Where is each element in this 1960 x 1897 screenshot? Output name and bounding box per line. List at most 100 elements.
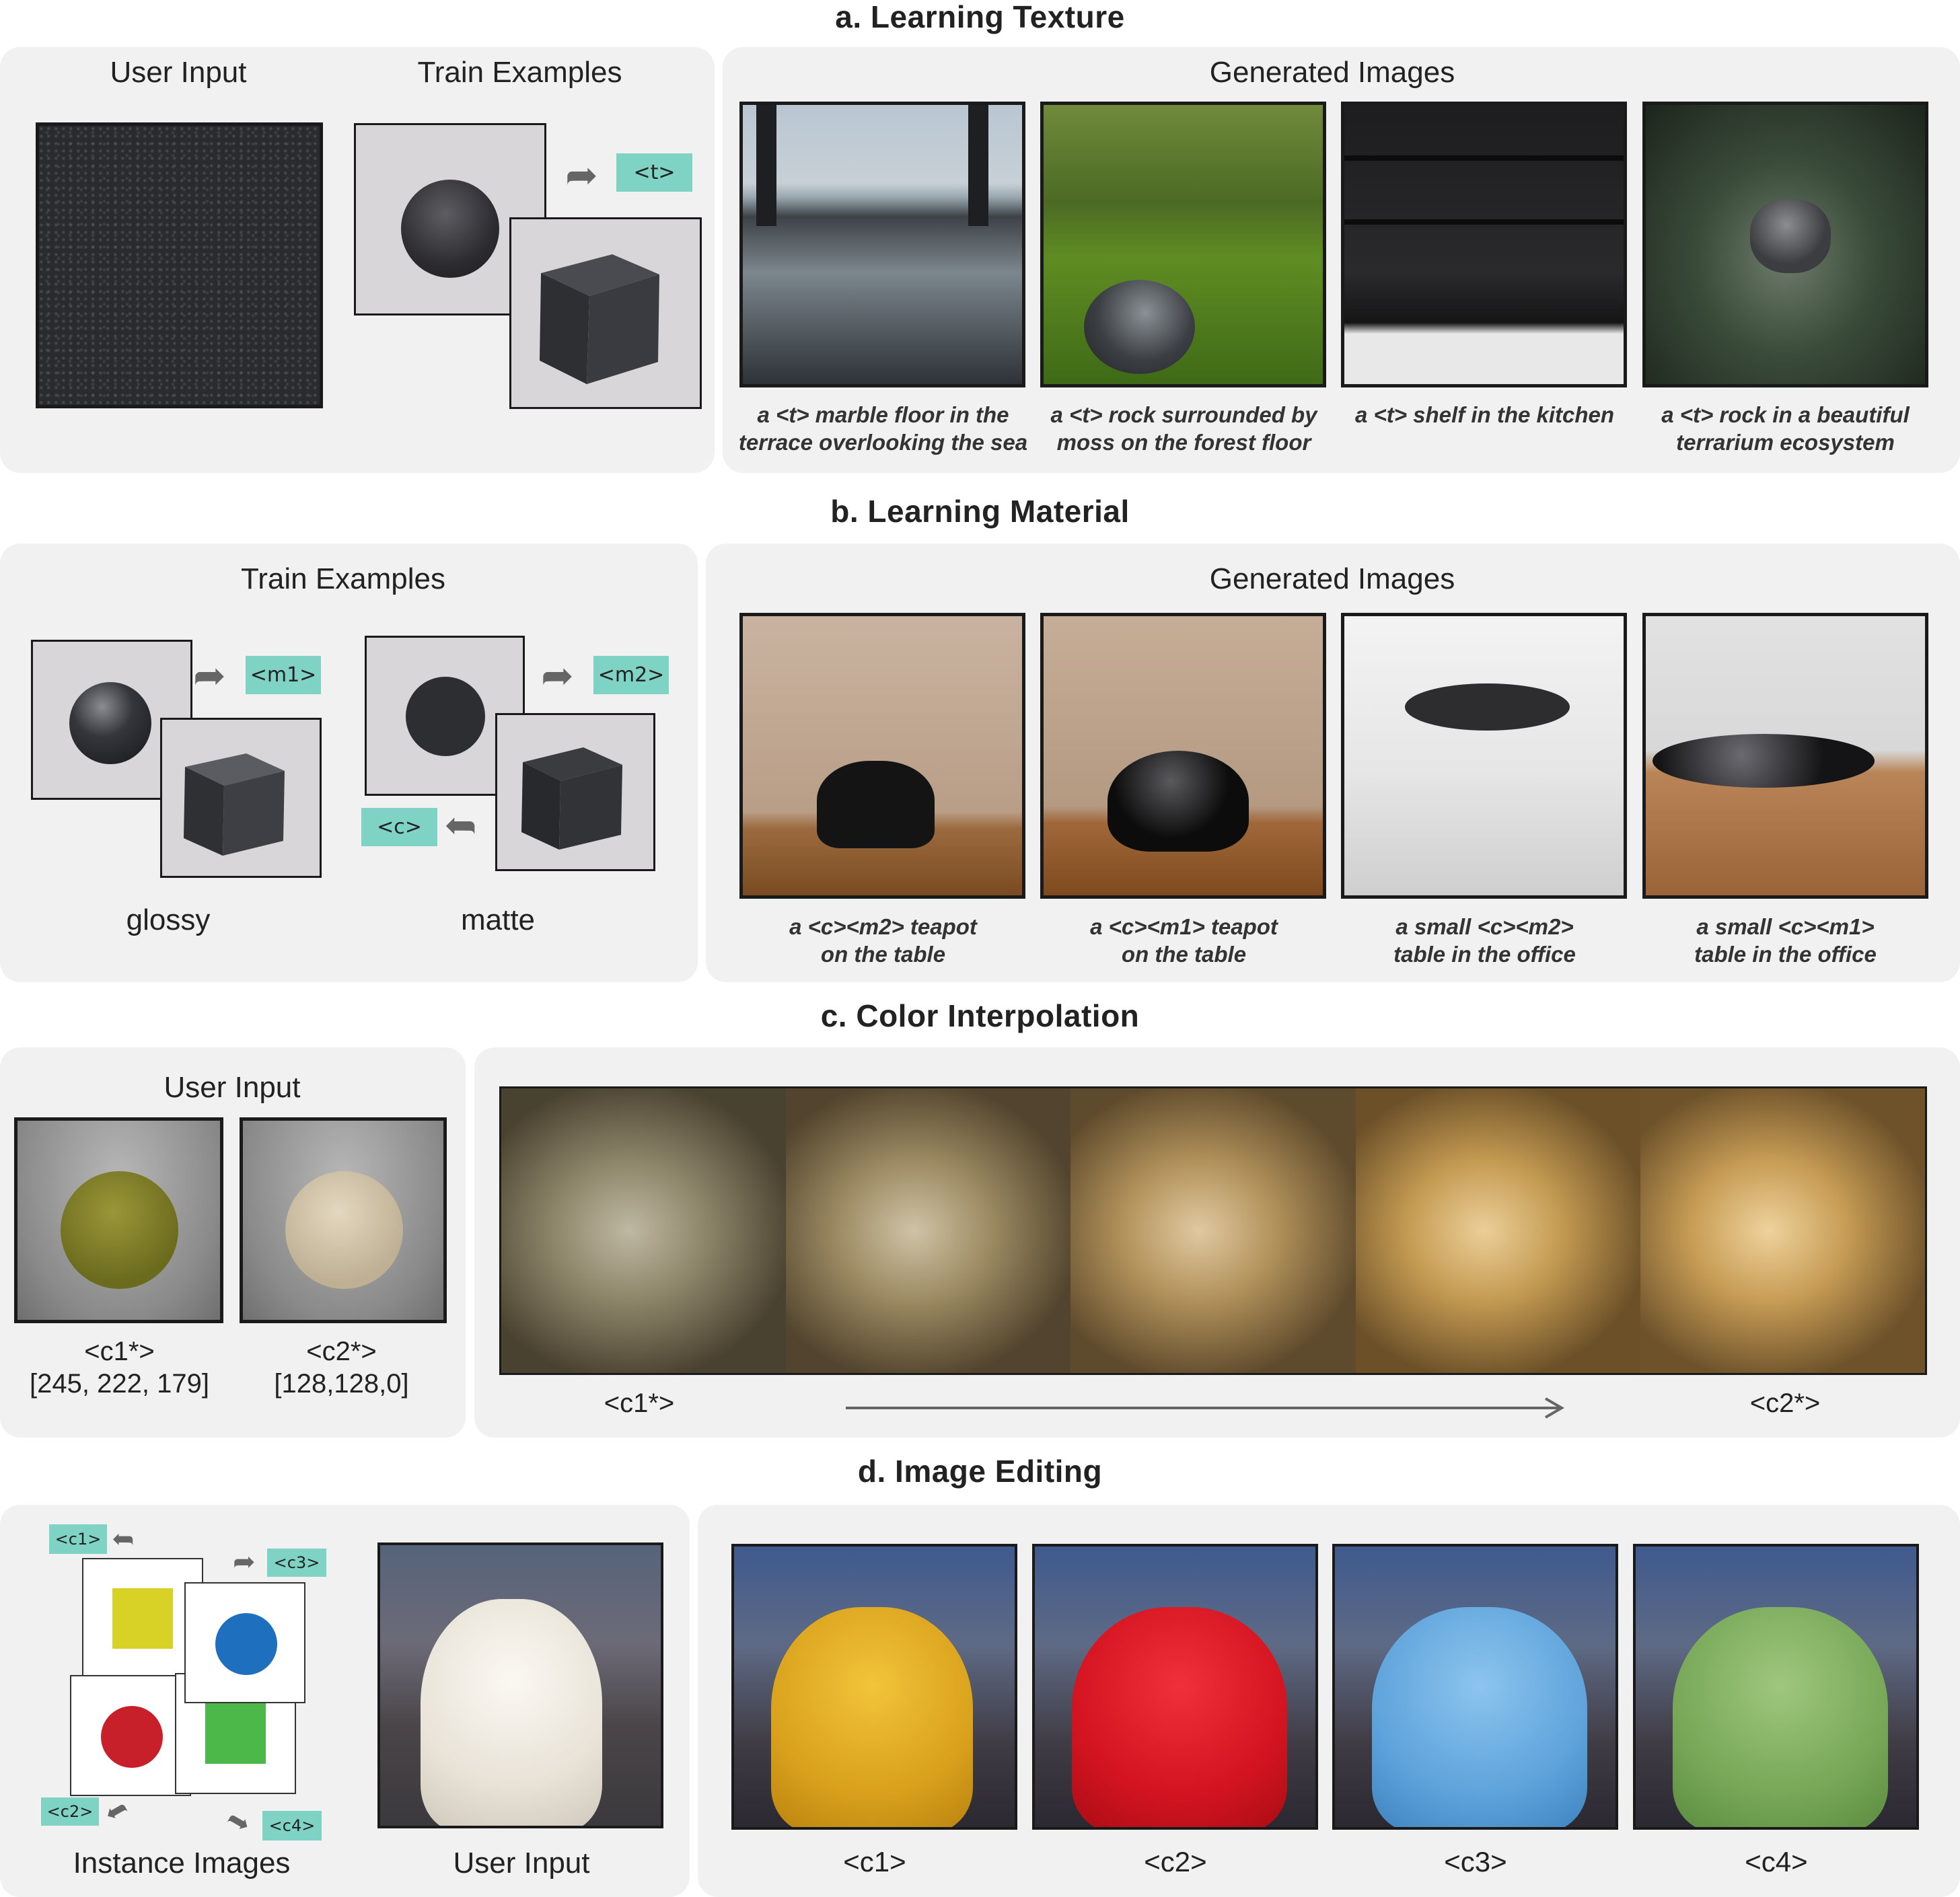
horse-frame-2 xyxy=(786,1088,1071,1373)
section-b-caption-1: a <c><m2> teapot on the table xyxy=(727,913,1040,968)
marble-pillar-left xyxy=(756,105,776,226)
section-b-caption-1-line-1: a <c><m2> teapot xyxy=(789,914,977,939)
olive-sphere xyxy=(61,1171,178,1289)
teddy-result-red-image xyxy=(1032,1544,1318,1830)
section-a-caption-3: a <t> shelf in the kitchen xyxy=(1328,401,1641,429)
texture-sphere xyxy=(401,180,499,278)
green-square xyxy=(205,1703,266,1764)
wheat-sphere xyxy=(285,1171,403,1289)
matte-teapot xyxy=(817,761,935,848)
horse-frame-5 xyxy=(1640,1088,1925,1373)
instance-images-label: Instance Images xyxy=(73,1847,291,1880)
section-b-caption-2-line-2: on the table xyxy=(1121,942,1247,967)
generated-glossy-teapot-image xyxy=(1040,613,1326,899)
kitchen-shelf-mid xyxy=(1344,219,1624,225)
matte-curved-arrow-icon: ➦ xyxy=(541,654,574,698)
teddy-result-yellow-image xyxy=(731,1544,1017,1830)
green-teddy-bear xyxy=(1673,1607,1888,1827)
red-circle xyxy=(101,1706,163,1768)
generated-glossy-office-table-image xyxy=(1642,613,1928,899)
blue-circle xyxy=(215,1613,277,1675)
section-b-caption-3-line-2: table in the office xyxy=(1393,942,1576,967)
section-a-caption-3-line-1: a <t> shelf in the kitchen xyxy=(1354,402,1615,427)
yellow-teddy-bear xyxy=(771,1607,973,1827)
section-d-user-input-label: User Input xyxy=(453,1847,590,1880)
horse-frame-4 xyxy=(1355,1088,1640,1373)
section-a-caption-1-line-1: a <t> marble floor in the xyxy=(757,402,1009,427)
texture-curved-arrow-icon: ➦ xyxy=(565,153,598,197)
glossy-office-table xyxy=(1653,734,1875,788)
section-c-user-input-heading: User Input xyxy=(164,1071,301,1104)
instance-card-blue-circle xyxy=(184,1582,305,1703)
section-b-caption-2: a <c><m1> teapot on the table xyxy=(1027,913,1340,968)
white-teddy-bear xyxy=(421,1599,602,1826)
generated-kitchen-shelf-image xyxy=(1341,102,1627,387)
section-a-train-examples-heading: Train Examples xyxy=(417,56,622,89)
interpolation-end-label: <c2*> xyxy=(1749,1388,1821,1418)
section-d-title: d. Image Editing xyxy=(857,1454,1103,1489)
section-a-caption-1: a <t> marble floor in the terrace overlo… xyxy=(727,401,1040,456)
section-a-caption-4-line-1: a <t> rock in a beautiful xyxy=(1661,402,1910,427)
result-label-c3: <c3> xyxy=(1444,1846,1507,1877)
teddy-user-input-image xyxy=(377,1542,663,1828)
section-a-user-input-heading: User Input xyxy=(110,56,247,89)
section-a-title: a. Learning Texture xyxy=(835,0,1125,34)
instance-c1-arrow-icon: ➦ xyxy=(112,1524,135,1554)
tag-m2: <m2> xyxy=(593,656,669,694)
glossy-teapot xyxy=(1108,751,1249,852)
instance-tag-c4: <c4> xyxy=(262,1811,322,1840)
interpolation-arrow xyxy=(846,1397,1564,1419)
result-label-c1: <c1> xyxy=(843,1846,906,1877)
matte-label: matte xyxy=(460,903,536,936)
instance-tag-c2: <c2> xyxy=(41,1797,99,1826)
result-label-c4: <c4> xyxy=(1745,1846,1808,1877)
interpolation-start-label: <c1*> xyxy=(604,1388,675,1418)
glossy-cube xyxy=(184,753,285,856)
matte-sphere xyxy=(406,677,485,756)
horse-frame-3 xyxy=(1070,1088,1356,1373)
section-b-caption-3-line-1: a small <c><m2> xyxy=(1395,914,1574,939)
section-a-caption-4: a <t> rock in a beautiful terrarium ecos… xyxy=(1629,401,1942,456)
glossy-cube-card xyxy=(160,718,322,878)
matte-office-table xyxy=(1405,683,1570,731)
kitchen-shelf-top xyxy=(1344,155,1624,161)
color-c1-sphere-image xyxy=(14,1117,223,1323)
marble-pillar-right xyxy=(968,105,988,226)
generated-marble-floor-image xyxy=(739,102,1025,387)
texture-train-cube-card xyxy=(509,217,702,409)
teddy-result-blue-image xyxy=(1332,1544,1618,1830)
glossy-sphere xyxy=(69,682,151,764)
section-a-caption-4-line-2: terrarium ecosystem xyxy=(1676,430,1895,455)
tag-c: <c> xyxy=(361,808,437,846)
terrarium-rock xyxy=(1750,199,1831,273)
teddy-result-green-image xyxy=(1633,1544,1919,1830)
c2-token-label: <c2*> xyxy=(306,1337,377,1366)
tag-m1: <m1> xyxy=(246,656,321,694)
generated-terrarium-image xyxy=(1642,102,1928,387)
instance-tag-c1: <c1> xyxy=(49,1524,107,1554)
texture-user-input-image xyxy=(36,122,323,408)
section-a-caption-2: a <t> rock surrounded by moss on the for… xyxy=(1027,401,1340,456)
result-label-c2: <c2> xyxy=(1144,1846,1207,1877)
c1-token-label: <c1*> xyxy=(84,1337,155,1366)
color-c2-sphere-image xyxy=(240,1117,447,1323)
section-a-caption-2-line-2: moss on the forest floor xyxy=(1056,430,1311,455)
section-a-caption-1-line-2: terrace overlooking the sea xyxy=(738,430,1028,455)
generated-matte-teapot-image xyxy=(739,613,1025,899)
section-b-caption-4-line-2: table in the office xyxy=(1694,942,1877,967)
horse-frame-1 xyxy=(501,1088,787,1373)
section-a-generated-images-heading: Generated Images xyxy=(1209,56,1455,89)
section-b-caption-4-line-1: a small <c><m1> xyxy=(1696,914,1875,939)
c2-rgb-value: [128,128,0] xyxy=(274,1369,409,1399)
section-b-caption-2-line-1: a <c><m1> teapot xyxy=(1090,914,1278,939)
section-b-caption-4: a small <c><m1> table in the office xyxy=(1629,913,1942,968)
matte-cube xyxy=(521,747,622,850)
instance-card-red-circle xyxy=(70,1675,191,1796)
yellow-square xyxy=(112,1588,173,1649)
matte-cube-card xyxy=(495,713,655,871)
forest-rock xyxy=(1084,280,1195,374)
section-b-generated-images-heading: Generated Images xyxy=(1209,562,1455,595)
generated-forest-rock-image xyxy=(1040,102,1326,387)
texture-cube xyxy=(540,254,659,384)
instance-c3-arrow-icon: ➦ xyxy=(233,1547,256,1577)
